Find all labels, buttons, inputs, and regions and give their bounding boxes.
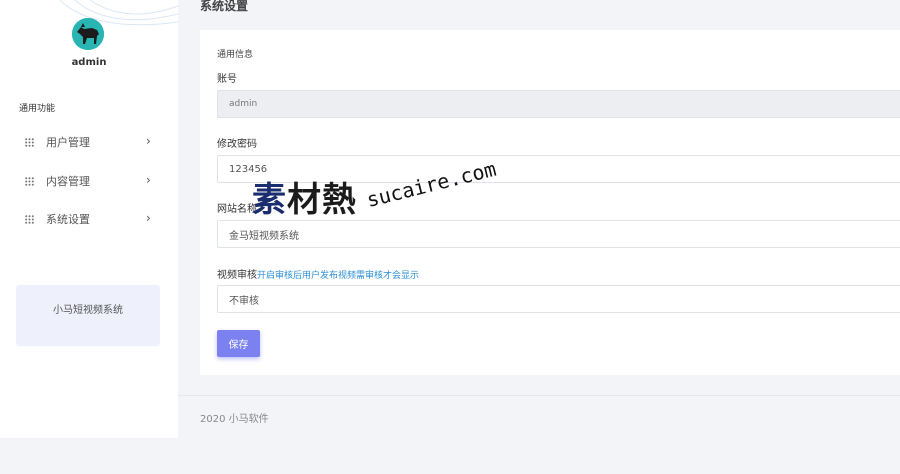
account-field: admin (217, 90, 900, 118)
video-review-label-text: 视频审核 (217, 270, 257, 281)
page-title: 系统设置 (200, 0, 249, 13)
grid-icon (25, 138, 34, 147)
site-name-value: 金马短视频系统 (229, 230, 299, 242)
account-label: 账号 (217, 74, 237, 85)
sidebar-item-label: 用户管理 (46, 136, 90, 149)
horse-icon (72, 18, 104, 50)
site-name-field[interactable]: 金马短视频系统 (217, 220, 900, 248)
sidebar-item-content[interactable]: 内容管理 › (0, 166, 178, 196)
username: admin (71, 57, 107, 68)
password-label: 修改密码 (217, 139, 257, 150)
promo-text: 小马短视频系统 (53, 305, 123, 316)
decorative-waves (59, 0, 178, 26)
footer-text: 2020 小马软件 (200, 414, 269, 425)
save-button[interactable]: 保存 (217, 330, 260, 357)
group-title: 通用信息 (217, 50, 254, 60)
chevron-right-icon: › (146, 211, 151, 225)
footer-divider (178, 395, 900, 396)
sidebar-item-label: 内容管理 (46, 175, 90, 188)
video-review-value: 不审核 (229, 295, 259, 307)
sidebar: admin 通用功能 用户管理 › 内容管理 › 系统设置 › 小马短视频系统 (0, 0, 178, 438)
sidebar-item-users[interactable]: 用户管理 › (0, 127, 178, 157)
sidebar-item-settings[interactable]: 系统设置 › (0, 204, 178, 234)
video-review-select[interactable]: 不审核 (217, 285, 900, 313)
settings-card: 通用信息 账号 admin 修改密码 123456 网站名称 金马短视频系统 视… (200, 30, 900, 375)
site-name-label: 网站名称 (217, 204, 257, 215)
video-review-label: 视频审核开启审核后用户发布视频需审核才会显示 (217, 266, 419, 281)
grid-icon (25, 215, 34, 224)
password-field[interactable]: 123456 (217, 155, 900, 183)
avatar[interactable] (72, 18, 104, 50)
sidebar-item-label: 系统设置 (46, 213, 90, 226)
sidebar-section-title: 通用功能 (19, 104, 56, 114)
password-value: 123456 (229, 163, 268, 175)
account-value: admin (229, 99, 258, 109)
video-review-hint: 开启审核后用户发布视频需审核才会显示 (257, 271, 420, 281)
chevron-right-icon: › (146, 173, 151, 187)
promo-card: 小马短视频系统 (16, 285, 160, 346)
chevron-right-icon: › (146, 134, 151, 148)
grid-icon (25, 177, 34, 186)
